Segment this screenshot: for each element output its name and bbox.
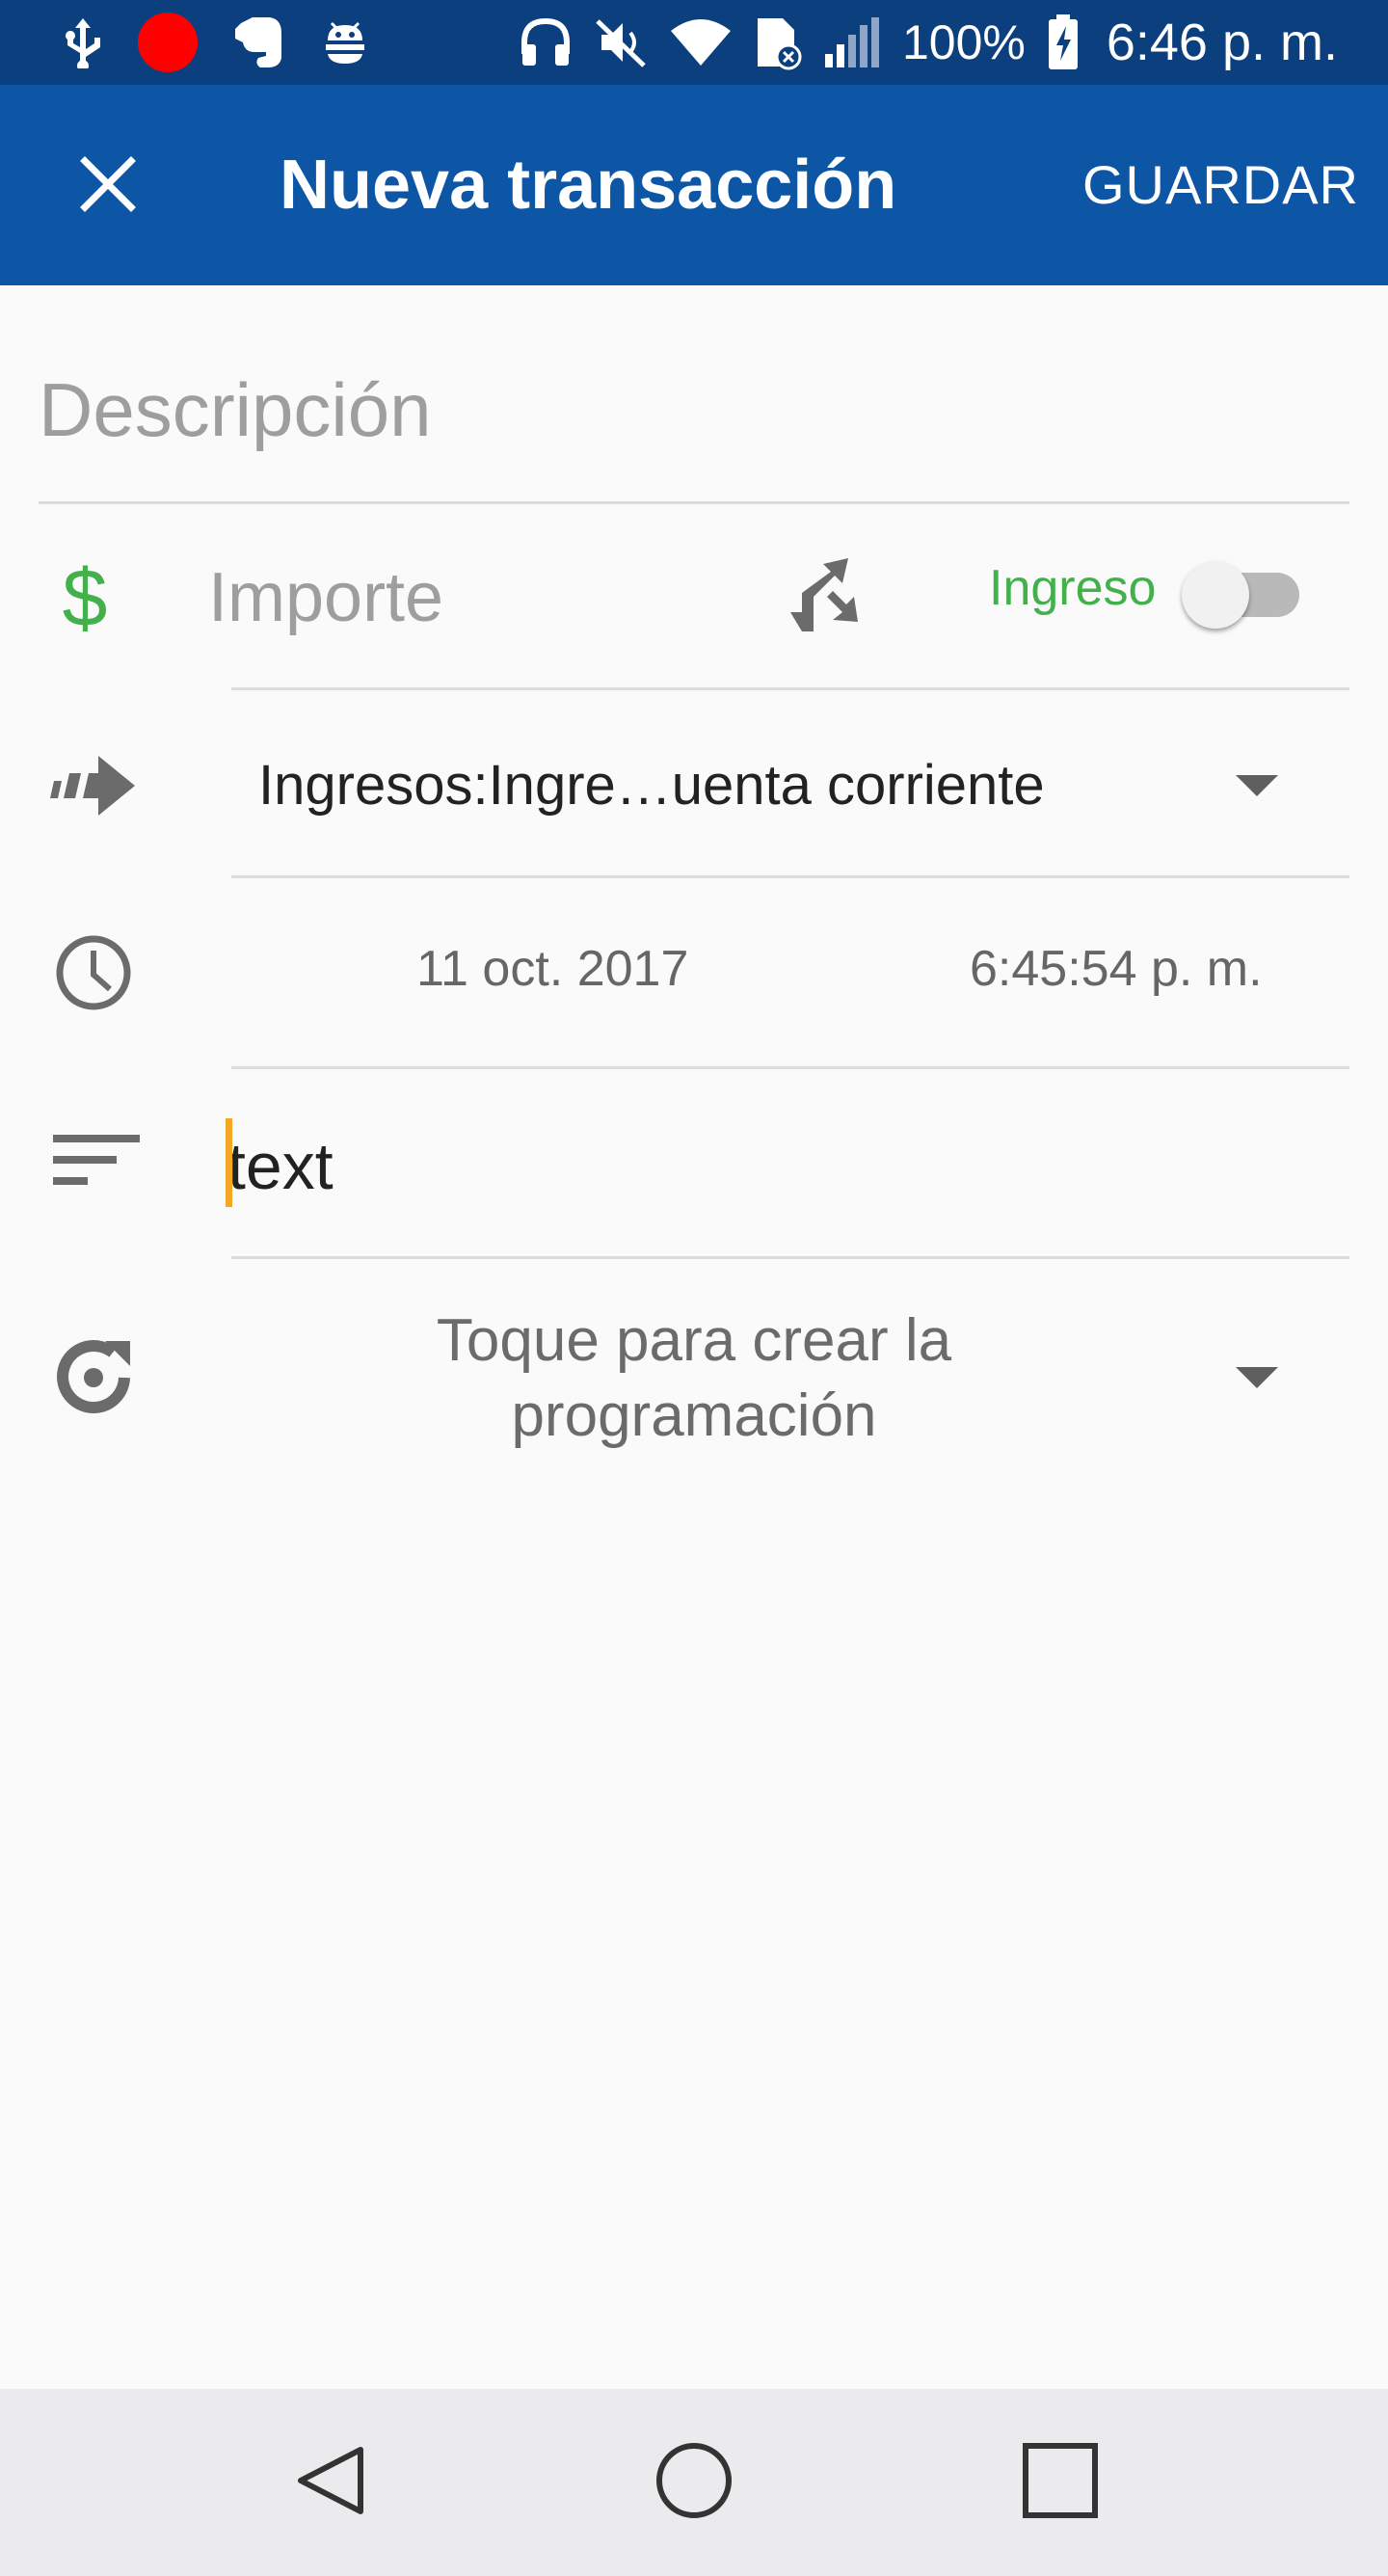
schedule-selector[interactable]: Toque para crear la programación <box>347 1303 1041 1454</box>
date-picker[interactable]: 11 oct. 2017 <box>416 940 688 998</box>
recents-square-icon <box>1022 2442 1099 2524</box>
income-label: Ingreso <box>989 560 1157 616</box>
account-select[interactable]: Ingresos:Ingre…uenta corriente <box>231 694 1349 877</box>
text-cursor <box>226 1118 232 1207</box>
android-debug-icon <box>318 15 372 69</box>
split-button[interactable] <box>781 550 868 646</box>
home-circle-icon <box>655 2442 733 2524</box>
battery-percent: 100% <box>901 15 1026 69</box>
home-button[interactable] <box>617 2389 771 2576</box>
currency-symbol: $ <box>56 550 114 646</box>
mute-icon <box>594 15 648 69</box>
clock-icon <box>50 929 137 1016</box>
app-bar: Nueva transacción GUARDAR <box>0 85 1388 285</box>
repeat-icon <box>50 1334 137 1421</box>
toggle-thumb <box>1182 561 1249 629</box>
save-button[interactable]: GUARDAR <box>1075 85 1367 285</box>
status-time: 6:46 p. m. <box>1106 13 1338 71</box>
status-right-icons: 100% 6:46 p. m. <box>519 0 1338 85</box>
back-triangle-icon <box>293 2444 366 2522</box>
sim-blocked-icon <box>754 14 802 70</box>
evernote-icon <box>231 13 285 71</box>
usb-icon <box>62 16 104 68</box>
divider <box>231 687 1349 690</box>
status-left-icons <box>62 0 372 85</box>
status-bar: 100% 6:46 p. m. <box>0 0 1388 85</box>
account-value: Ingresos:Ingre…uenta corriente <box>258 754 1045 817</box>
call-split-icon <box>788 554 860 642</box>
transfer-arrow-icon <box>50 742 137 829</box>
headphones-icon <box>519 15 573 69</box>
system-nav-bar <box>0 2389 1388 2576</box>
divider <box>231 1256 1349 1259</box>
close-icon <box>79 155 137 218</box>
back-button[interactable] <box>253 2389 407 2576</box>
signal-icon <box>823 15 881 69</box>
page-title: Nueva transacción <box>280 147 897 224</box>
description-input[interactable] <box>39 318 1349 504</box>
time-picker[interactable]: 6:45:54 p. m. <box>970 940 1263 998</box>
recording-dot-icon <box>137 12 199 73</box>
currency-symbol-text: $ <box>62 551 108 643</box>
amount-input[interactable] <box>208 540 748 656</box>
chevron-down-icon <box>1236 775 1278 796</box>
notes-input[interactable] <box>227 1109 1346 1224</box>
close-button[interactable] <box>50 133 166 239</box>
wifi-icon <box>669 17 733 67</box>
divider <box>231 1066 1349 1069</box>
divider <box>231 875 1349 878</box>
income-toggle[interactable] <box>1182 561 1307 629</box>
recents-button[interactable] <box>983 2389 1137 2576</box>
battery-charging-icon <box>1047 14 1080 70</box>
chevron-down-icon[interactable] <box>1236 1367 1278 1388</box>
notes-icon <box>48 1118 145 1205</box>
